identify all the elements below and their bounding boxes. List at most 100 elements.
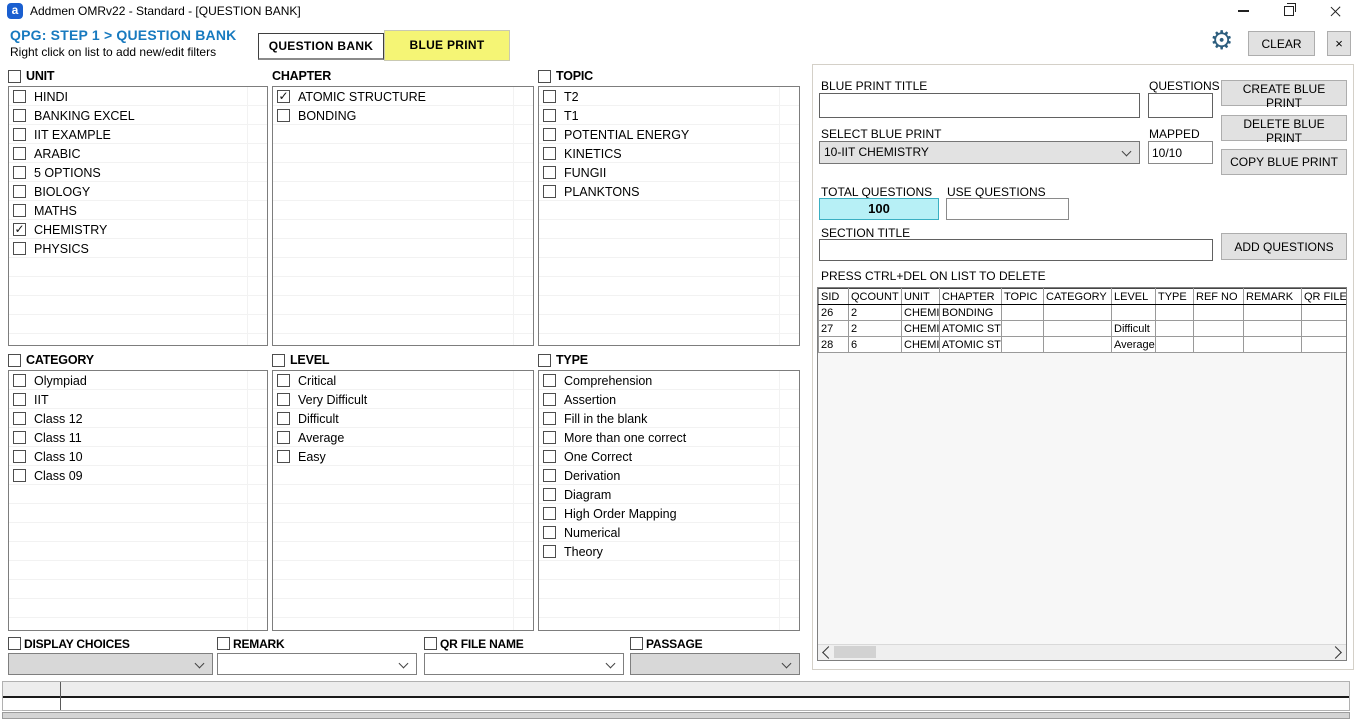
filter-item-numerical[interactable]: Numerical xyxy=(539,523,799,542)
remark-checkbox[interactable] xyxy=(217,637,230,650)
horizontal-scrollbar[interactable] xyxy=(818,644,1346,660)
display-choices-dropdown[interactable] xyxy=(8,653,213,675)
filter-item-critical[interactable]: Critical xyxy=(273,371,533,390)
filter-item-hindi[interactable]: HINDI xyxy=(9,87,267,106)
column-header-remark[interactable]: REMARK xyxy=(1244,289,1302,305)
restore-button[interactable] xyxy=(1272,0,1306,22)
filter-item-maths[interactable]: MATHS xyxy=(9,201,267,220)
table-row[interactable]: 272CHEMISTRYATOMIC STRUCTUREDifficult xyxy=(819,321,1348,337)
column-header-level[interactable]: LEVEL xyxy=(1112,289,1156,305)
checkbox[interactable] xyxy=(277,393,290,406)
qr-file-name-dropdown[interactable] xyxy=(424,653,624,675)
checkbox[interactable] xyxy=(543,374,556,387)
checkbox[interactable] xyxy=(13,450,26,463)
checkbox[interactable] xyxy=(543,488,556,501)
filter-item-banking-excel[interactable]: BANKING EXCEL xyxy=(9,106,267,125)
filter-item-theory[interactable]: Theory xyxy=(539,542,799,561)
filter-item-average[interactable]: Average xyxy=(273,428,533,447)
checkbox[interactable] xyxy=(543,185,556,198)
level-select-all-checkbox[interactable] xyxy=(272,354,285,367)
checkbox[interactable] xyxy=(13,204,26,217)
checkbox[interactable] xyxy=(543,90,556,103)
remark-dropdown[interactable] xyxy=(217,653,417,675)
scroll-right-icon[interactable] xyxy=(1329,646,1342,659)
checkbox[interactable] xyxy=(543,526,556,539)
filter-item-diagram[interactable]: Diagram xyxy=(539,485,799,504)
checkbox[interactable] xyxy=(13,90,26,103)
filter-item-5-options[interactable]: 5 OPTIONS xyxy=(9,163,267,182)
filter-item-olympiad[interactable]: Olympiad xyxy=(9,371,267,390)
checkbox[interactable] xyxy=(543,412,556,425)
filter-item-comprehension[interactable]: Comprehension xyxy=(539,371,799,390)
tab-blue-print[interactable]: BLUE PRINT xyxy=(384,30,510,61)
filter-item-class-12[interactable]: Class 12 xyxy=(9,409,267,428)
category-list[interactable]: OlympiadIITClass 12Class 11Class 10Class… xyxy=(8,370,268,631)
create-blueprint-button[interactable]: CREATE BLUE PRINT xyxy=(1221,80,1347,106)
filter-item-class-11[interactable]: Class 11 xyxy=(9,428,267,447)
mapped-input[interactable] xyxy=(1148,141,1213,164)
section-title-input[interactable] xyxy=(819,239,1213,261)
filter-item-derivation[interactable]: Derivation xyxy=(539,466,799,485)
checkbox[interactable] xyxy=(13,109,26,122)
checkbox[interactable] xyxy=(13,469,26,482)
gear-icon[interactable]: ⚙ xyxy=(1210,26,1233,56)
filter-item-class-09[interactable]: Class 09 xyxy=(9,466,267,485)
bottom-scrollbar[interactable] xyxy=(2,712,1350,719)
checkbox[interactable] xyxy=(543,166,556,179)
passage-checkbox[interactable] xyxy=(630,637,643,650)
passage-dropdown[interactable] xyxy=(630,653,800,675)
topic-select-all-checkbox[interactable] xyxy=(538,70,551,83)
filter-item-fungii[interactable]: FUNGII xyxy=(539,163,799,182)
table-row[interactable]: 286CHEMISTRYATOMIC STRUCTUREAverage xyxy=(819,337,1348,353)
type-select-all-checkbox[interactable] xyxy=(538,354,551,367)
column-header-qr-file[interactable]: QR FILE xyxy=(1302,289,1348,305)
filter-item-one-correct[interactable]: One Correct xyxy=(539,447,799,466)
delete-blueprint-button[interactable]: DELETE BLUE PRINT xyxy=(1221,115,1347,141)
column-header-type[interactable]: TYPE xyxy=(1156,289,1194,305)
checkbox[interactable] xyxy=(13,128,26,141)
checkbox[interactable] xyxy=(543,469,556,482)
checkbox[interactable]: ✓ xyxy=(13,223,26,236)
table-row[interactable]: 262CHEMISTRYBONDING xyxy=(819,305,1348,321)
filter-item-arabic[interactable]: ARABIC xyxy=(9,144,267,163)
checkbox[interactable] xyxy=(13,393,26,406)
filter-item-difficult[interactable]: Difficult xyxy=(273,409,533,428)
checkbox[interactable] xyxy=(13,374,26,387)
scrollbar-thumb[interactable] xyxy=(834,646,876,658)
checkbox[interactable]: ✓ xyxy=(277,90,290,103)
checkbox[interactable] xyxy=(543,507,556,520)
category-select-all-checkbox[interactable] xyxy=(8,354,21,367)
checkbox[interactable] xyxy=(277,450,290,463)
checkbox[interactable] xyxy=(277,412,290,425)
filter-item-t2[interactable]: T2 xyxy=(539,87,799,106)
panel-close-button[interactable]: × xyxy=(1327,31,1351,56)
level-list[interactable]: CriticalVery DifficultDifficultAverageEa… xyxy=(272,370,534,631)
checkbox[interactable] xyxy=(13,147,26,160)
filter-item-potential-energy[interactable]: POTENTIAL ENERGY xyxy=(539,125,799,144)
filter-item-physics[interactable]: PHYSICS xyxy=(9,239,267,258)
questions-input[interactable] xyxy=(1148,93,1213,118)
type-list[interactable]: ComprehensionAssertionFill in the blankM… xyxy=(538,370,800,631)
filter-item-iit[interactable]: IIT xyxy=(9,390,267,409)
column-header-chapter[interactable]: CHAPTER xyxy=(940,289,1002,305)
copy-blueprint-button[interactable]: COPY BLUE PRINT xyxy=(1221,149,1347,175)
column-header-ref-no[interactable]: REF NO xyxy=(1194,289,1244,305)
column-header-sid[interactable]: SID xyxy=(819,289,849,305)
checkbox[interactable] xyxy=(277,374,290,387)
checkbox[interactable] xyxy=(13,166,26,179)
column-header-category[interactable]: CATEGORY xyxy=(1044,289,1112,305)
checkbox[interactable] xyxy=(543,545,556,558)
display-choices-checkbox[interactable] xyxy=(8,637,21,650)
filter-item-high-order-mapping[interactable]: High Order Mapping xyxy=(539,504,799,523)
filter-item-class-10[interactable]: Class 10 xyxy=(9,447,267,466)
checkbox[interactable] xyxy=(543,109,556,122)
use-questions-input[interactable] xyxy=(946,198,1069,220)
filter-item-more-than-one-correct[interactable]: More than one correct xyxy=(539,428,799,447)
select-blueprint-dropdown[interactable]: 10-IIT CHEMISTRY xyxy=(819,141,1140,164)
checkbox[interactable] xyxy=(277,431,290,444)
chapter-list[interactable]: ✓ATOMIC STRUCTUREBONDING xyxy=(272,86,534,346)
checkbox[interactable] xyxy=(13,412,26,425)
scroll-left-icon[interactable] xyxy=(822,646,835,659)
blueprint-title-input[interactable] xyxy=(819,93,1140,118)
checkbox[interactable] xyxy=(543,128,556,141)
